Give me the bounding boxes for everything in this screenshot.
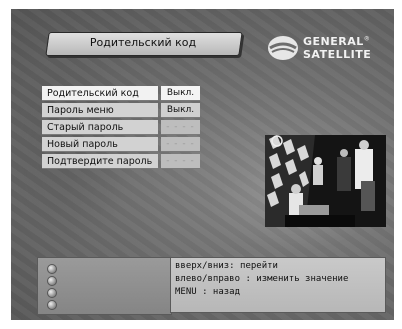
- menu-item-label: Старый пароль: [42, 120, 158, 135]
- circle-button-icon: [47, 300, 57, 310]
- password-field[interactable]: - - - -: [161, 120, 200, 135]
- menu-item-label: Пароль меню: [42, 103, 158, 118]
- page-title: Родительский код: [89, 36, 197, 49]
- video-frame-image: [265, 135, 386, 227]
- menu-item-label: Подтвердите пароль: [42, 154, 158, 169]
- tv-screen: Родительский код GENERAL® SATELLITE Роди…: [11, 9, 394, 320]
- logo-text-satellite: SATELLITE: [303, 48, 372, 61]
- circle-button-icon: [47, 276, 57, 286]
- logo-text-general: GENERAL®: [303, 35, 371, 48]
- help-text-panel: вверх/вниз: перейти влево/вправо : измен…: [170, 257, 386, 313]
- help-line-navigate: вверх/вниз: перейти: [175, 261, 278, 271]
- general-satellite-logo: GENERAL® SATELLITE: [266, 35, 394, 65]
- help-line-back: MENU : назад: [175, 287, 241, 297]
- circle-button-icon: [47, 264, 57, 274]
- menu-item-label: Новый пароль: [42, 137, 158, 152]
- circle-button-icon: [47, 288, 57, 298]
- menu-item-label: Родительский код: [42, 86, 158, 101]
- password-field[interactable]: - - - -: [161, 154, 200, 169]
- logo-mark-icon: [268, 36, 298, 60]
- help-line-change-value: влево/вправо : изменить значение: [175, 274, 349, 284]
- menu-item-value[interactable]: Выкл.: [161, 86, 200, 101]
- help-icons-panel: [37, 257, 172, 315]
- password-field[interactable]: - - - -: [161, 137, 200, 152]
- video-preview: [265, 135, 386, 227]
- menu-item-value[interactable]: Выкл.: [161, 103, 200, 118]
